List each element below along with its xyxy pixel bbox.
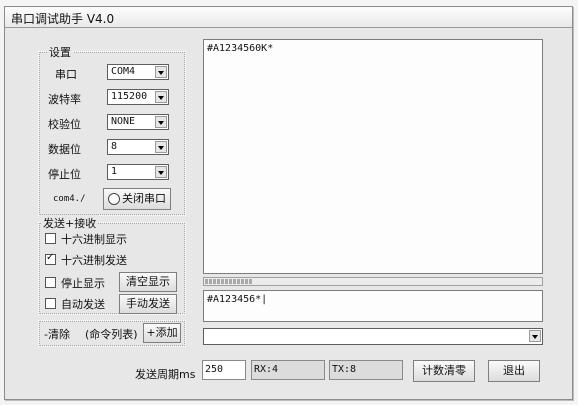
parity-select[interactable]: NONE <box>107 114 169 130</box>
stop-display-label: 停止显示 <box>61 277 105 290</box>
command-select[interactable] <box>203 328 543 345</box>
chevron-down-icon[interactable] <box>155 166 167 178</box>
send-period-input[interactable]: 250 <box>202 360 246 380</box>
databits-value: 8 <box>111 141 118 152</box>
add-command-button[interactable]: +添加 <box>143 323 181 343</box>
sendrecv-group-title: 发送+接收 <box>41 215 99 231</box>
stop-display-checkbox[interactable] <box>45 277 56 288</box>
baud-label: 波特率 <box>48 93 81 106</box>
reset-count-button[interactable]: 计数清零 <box>413 360 475 382</box>
hex-display-label: 十六进制显示 <box>61 233 127 246</box>
parity-value: NONE <box>111 116 136 127</box>
hex-send-checkbox[interactable]: ✓ <box>45 252 56 265</box>
exit-button[interactable]: 退出 <box>488 360 540 382</box>
port-status-text: com4./ <box>53 194 86 204</box>
receive-progress-fill <box>205 279 253 284</box>
baud-select[interactable]: 115200 <box>107 89 169 105</box>
tx-counter: TX:8 <box>329 360 403 380</box>
send-period-label: 发送周期ms <box>135 368 196 381</box>
settings-group: 设置 串口 COM4 波特率 115200 校验位 NONE 数据位 8 停止位… <box>38 44 186 216</box>
settings-group-title: 设置 <box>47 44 73 60</box>
receive-progress-bar <box>203 277 543 286</box>
app-window: 串口调试助手 V4.0 设置 串口 COM4 波特率 115200 校验位 NO… <box>4 6 573 400</box>
chevron-down-icon[interactable] <box>529 330 541 342</box>
chevron-down-icon[interactable] <box>155 91 167 103</box>
port-status-indicator-icon <box>108 193 120 205</box>
command-list-bar: -清除 (命令列表) +添加 <box>38 320 186 347</box>
send-textarea[interactable]: #A123456*| <box>203 290 543 322</box>
window-title: 串口调试助手 V4.0 <box>11 12 115 26</box>
receive-textarea[interactable]: #A1234560K* <box>203 39 543 274</box>
title-bar: 串口调试助手 V4.0 <box>5 7 572 28</box>
close-port-label: 关闭串口 <box>122 192 166 205</box>
hex-display-checkbox[interactable] <box>45 233 56 244</box>
port-label: 串口 <box>55 68 77 81</box>
chevron-down-icon[interactable] <box>155 141 167 153</box>
parity-label: 校验位 <box>48 118 81 131</box>
port-value: COM4 <box>111 66 136 77</box>
databits-label: 数据位 <box>48 143 81 156</box>
stopbits-select[interactable]: 1 <box>107 164 169 180</box>
rx-counter: RX:4 <box>251 360 325 380</box>
manual-send-button[interactable]: 手动发送 <box>119 294 177 314</box>
baud-value: 115200 <box>111 91 148 102</box>
close-port-button[interactable]: 关闭串口 <box>103 188 171 210</box>
auto-send-label: 自动发送 <box>61 298 105 311</box>
command-list-label[interactable]: (命令列表) <box>85 326 138 342</box>
hex-send-label: 十六进制发送 <box>61 254 127 267</box>
receive-text: #A1234560K* <box>207 43 274 54</box>
stopbits-label: 停止位 <box>48 168 81 181</box>
send-text: #A123456*| <box>207 294 268 305</box>
chevron-down-icon[interactable] <box>155 66 167 78</box>
remove-command-button[interactable]: -清除 <box>44 326 70 342</box>
port-select[interactable]: COM4 <box>107 64 169 80</box>
chevron-down-icon[interactable] <box>155 116 167 128</box>
databits-select[interactable]: 8 <box>107 139 169 155</box>
stopbits-value: 1 <box>111 166 118 177</box>
sendrecv-group: 发送+接收 十六进制显示 ✓ 十六进制发送 停止显示 清空显示 自动发送 手动发… <box>38 215 186 315</box>
auto-send-checkbox[interactable] <box>45 298 56 309</box>
clear-display-button[interactable]: 清空显示 <box>119 272 177 292</box>
checkmark-icon: ✓ <box>46 252 55 263</box>
